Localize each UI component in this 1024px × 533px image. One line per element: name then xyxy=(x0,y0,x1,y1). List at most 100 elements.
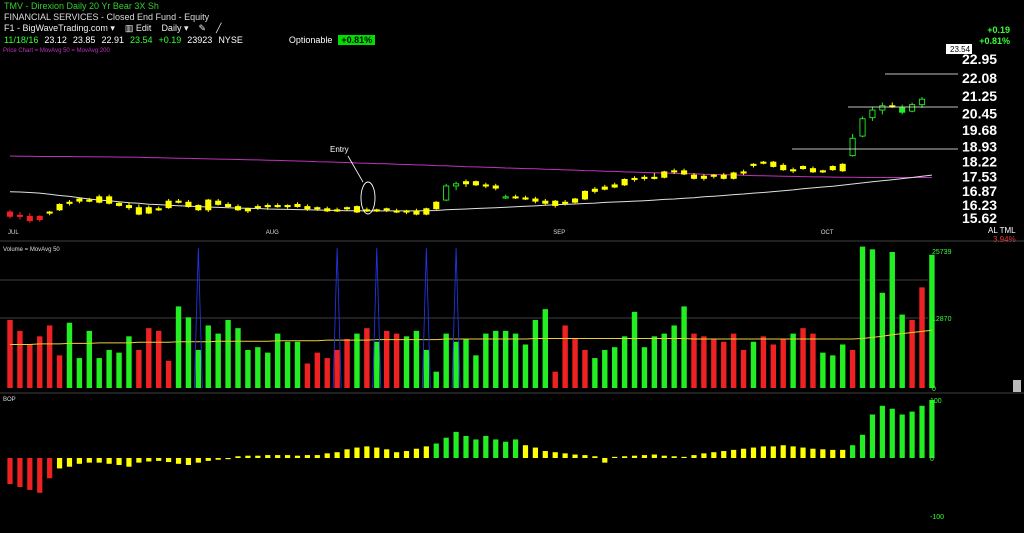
candle-body xyxy=(661,171,668,178)
bop-bar xyxy=(929,400,935,458)
bop-bar xyxy=(166,458,172,463)
volume-bar xyxy=(839,344,846,388)
candle-body xyxy=(225,203,232,208)
candle xyxy=(195,204,202,211)
volume-bar xyxy=(374,341,380,388)
volume-bar xyxy=(284,341,291,388)
candle xyxy=(363,207,370,212)
candle-body xyxy=(324,208,331,212)
candle-body xyxy=(849,137,856,157)
volume-bar xyxy=(760,336,767,388)
bop-bar xyxy=(344,449,350,458)
bop-bar xyxy=(750,447,757,458)
bop-bar xyxy=(394,452,400,458)
candle-body xyxy=(760,161,767,164)
candle-body xyxy=(254,206,261,209)
candle-body xyxy=(96,196,103,203)
price-tick-label: 15.62 xyxy=(962,210,997,226)
candle-body xyxy=(16,214,23,217)
bop-bar xyxy=(215,458,221,460)
volume-bar xyxy=(324,358,330,388)
bop-bar xyxy=(512,439,519,458)
bop-bar xyxy=(582,455,588,458)
candle-body xyxy=(512,196,519,199)
bop-bar xyxy=(294,455,301,458)
bop-bar xyxy=(800,447,806,458)
candle-body xyxy=(125,205,133,209)
candle-body xyxy=(205,199,212,211)
candle-body xyxy=(651,176,658,179)
candle xyxy=(96,194,103,204)
volume-bar xyxy=(185,317,192,388)
volume-bar xyxy=(334,349,340,388)
bop-bar xyxy=(384,449,390,458)
candle xyxy=(284,204,291,209)
candle-body xyxy=(284,205,291,208)
candle xyxy=(710,174,717,179)
bop-bar xyxy=(225,458,231,460)
bop-bar xyxy=(403,451,410,458)
volume-bar xyxy=(46,325,53,388)
candle-body xyxy=(641,176,648,179)
candle-body xyxy=(591,188,598,192)
volume-bar xyxy=(364,328,370,388)
volume-bar xyxy=(899,314,905,388)
price-legend: Price Chart = MovAvg 50 = MovAvg 200 xyxy=(3,48,110,54)
price-tick-label: 21.25 xyxy=(962,88,997,104)
volume-bar xyxy=(463,339,469,388)
bop-bar xyxy=(899,414,905,458)
volume-bar xyxy=(701,336,707,388)
bop-bar xyxy=(661,455,667,458)
candle xyxy=(462,179,470,188)
volume-bar xyxy=(433,371,439,388)
bop-bar xyxy=(76,458,82,464)
bop-tick-label: 100 xyxy=(930,398,942,405)
volume-bar xyxy=(354,333,360,388)
bop-bar xyxy=(284,455,291,458)
volume-bar xyxy=(235,328,241,388)
bop-bar xyxy=(552,452,558,458)
candle-body xyxy=(274,205,281,208)
candle-body xyxy=(899,107,906,113)
price-axis: 22.9522.0821.2520.4519.6818.9318.2217.53… xyxy=(962,51,997,226)
date-tick-label: SEP xyxy=(553,230,565,236)
candle-body xyxy=(462,181,470,185)
candle xyxy=(26,213,33,223)
candle-body xyxy=(76,198,83,202)
bop-bar xyxy=(879,405,885,458)
volume-bar xyxy=(592,358,598,388)
bop-bar xyxy=(631,455,638,458)
volume-bar xyxy=(17,330,23,388)
candle-body xyxy=(6,211,14,217)
candle-body xyxy=(918,98,926,106)
volume-bar xyxy=(671,325,677,388)
candle xyxy=(145,205,152,215)
bop-bar xyxy=(423,446,429,458)
entry-circle xyxy=(360,181,376,215)
bop-bar xyxy=(265,455,271,458)
candle-body xyxy=(66,201,73,204)
price-tick-label: 18.22 xyxy=(962,154,997,170)
bop-bar xyxy=(671,456,677,458)
bop-bar xyxy=(909,411,915,458)
candle xyxy=(393,208,400,214)
candle-body xyxy=(552,200,559,206)
bop-bar xyxy=(56,458,63,469)
candle-body xyxy=(562,201,569,204)
volume-bar xyxy=(56,355,63,388)
candle xyxy=(16,211,23,220)
volume-bar xyxy=(869,249,876,388)
candle xyxy=(225,202,232,208)
candle-body xyxy=(244,208,251,212)
chart-canvas[interactable]: Price Chart = MovAvg 50 = MovAvg 200 22.… xyxy=(0,0,1024,533)
candle xyxy=(185,200,192,208)
candle-body xyxy=(115,202,123,206)
candle xyxy=(700,174,707,181)
bop-bar xyxy=(116,458,122,465)
volume-bar xyxy=(423,349,430,388)
volume-bar xyxy=(770,344,777,388)
volume-bar xyxy=(274,333,281,388)
scrollbar-handle[interactable] xyxy=(1013,380,1021,392)
volume-bar xyxy=(711,339,717,388)
candle xyxy=(720,172,727,180)
